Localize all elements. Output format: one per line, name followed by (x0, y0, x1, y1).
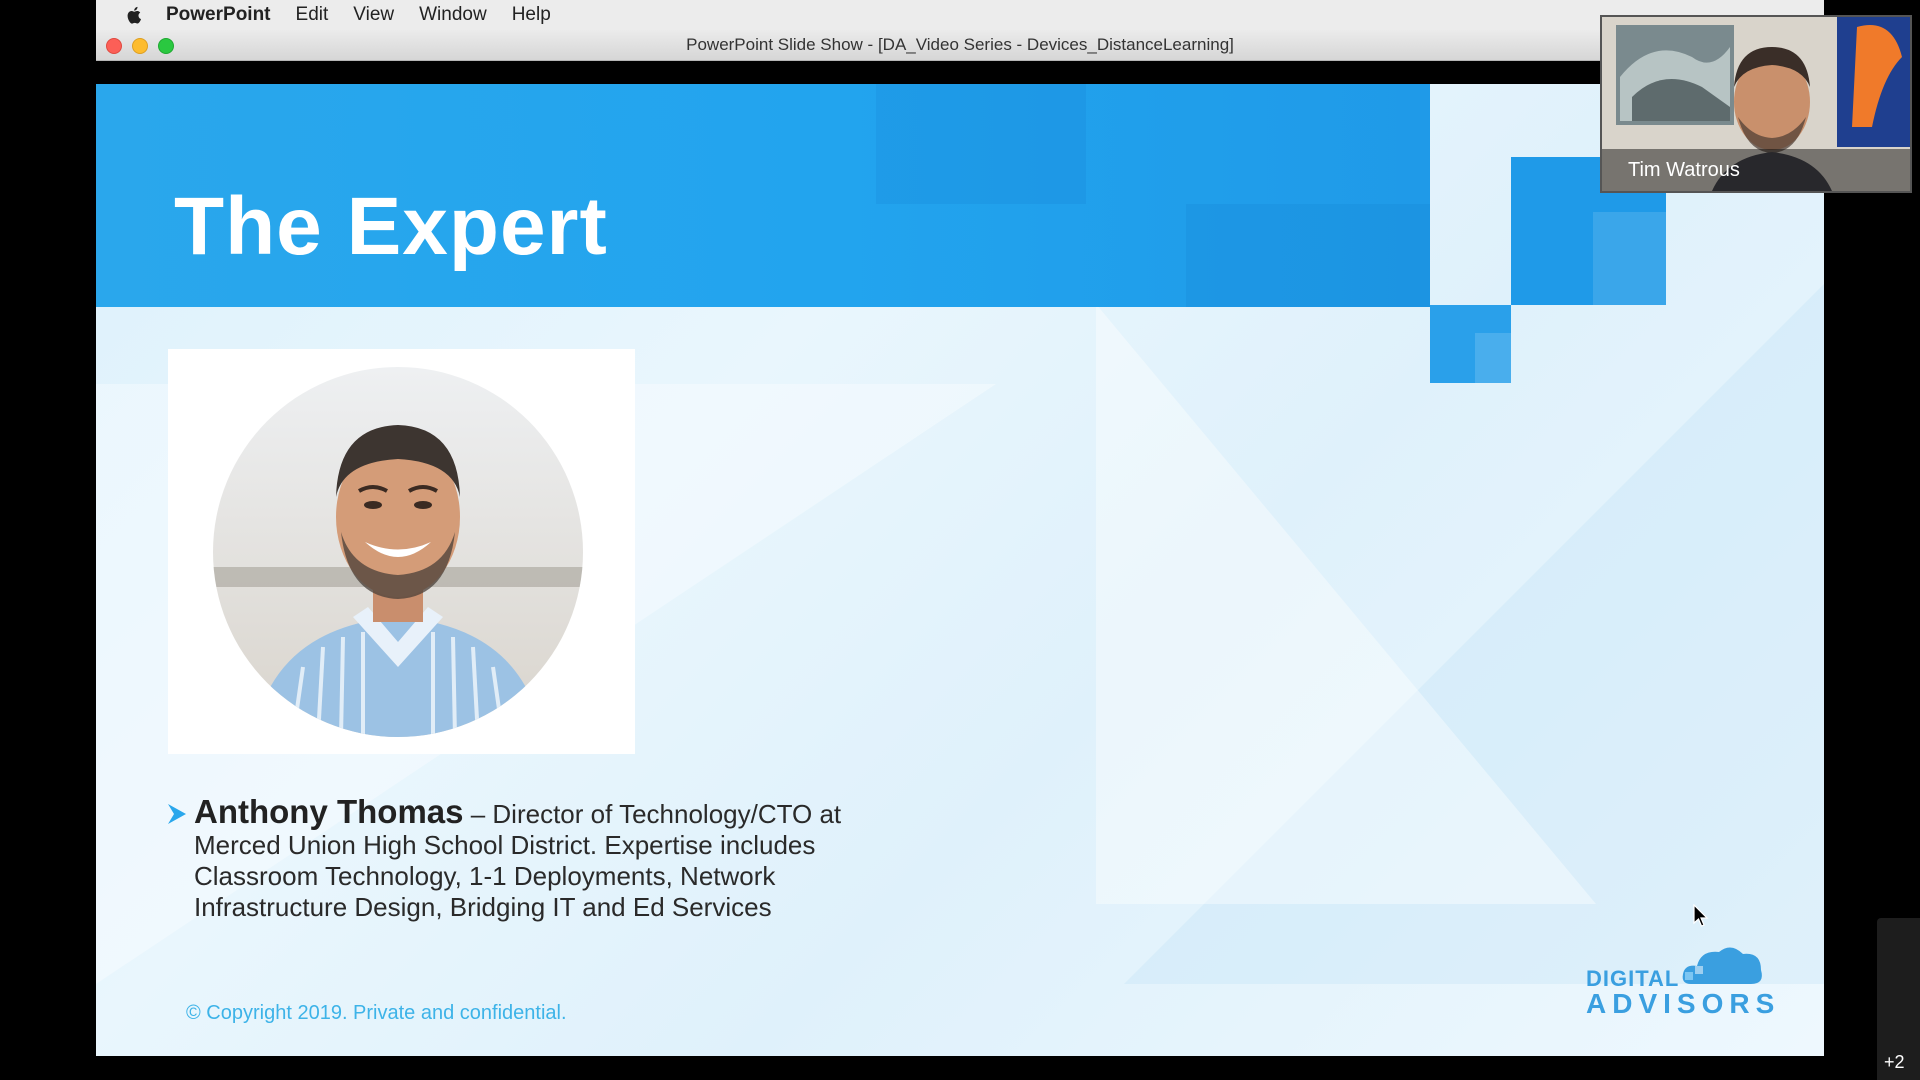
mouse-cursor-icon (1693, 904, 1709, 927)
window-title-bar: PowerPoint Slide Show - [DA_Video Series… (96, 30, 1824, 61)
window-controls (106, 38, 174, 54)
banner-square (1186, 204, 1430, 307)
slide[interactable]: The Expert Anthony Thomas – Director of … (96, 84, 1824, 1056)
participant-video-tile[interactable]: Tim Watrous (1600, 15, 1912, 193)
arrow-bullet-icon (168, 804, 186, 824)
minimize-button[interactable] (132, 38, 148, 54)
digital-advisors-logo: DIGITAL ADVISORS (1586, 942, 1786, 1022)
menu-window[interactable]: Window (419, 4, 487, 26)
menu-bar: PowerPoint Edit View Window Help (96, 0, 1824, 30)
participants-overflow-count[interactable]: +2 (1884, 1052, 1905, 1073)
zoom-button[interactable] (158, 38, 174, 54)
copyright-text: © Copyright 2019. Private and confidenti… (186, 1002, 567, 1024)
decorative-square (1430, 305, 1511, 383)
apple-icon[interactable] (124, 5, 144, 25)
slide-title: The Expert (174, 181, 608, 272)
menu-app-name[interactable]: PowerPoint (166, 4, 271, 26)
menu-view[interactable]: View (353, 4, 394, 26)
menu-help[interactable]: Help (512, 4, 551, 26)
expert-photo-card (168, 349, 635, 754)
window-title: PowerPoint Slide Show - [DA_Video Series… (686, 35, 1234, 54)
background-facet (1096, 304, 1596, 904)
participant-name: Tim Watrous (1602, 149, 1910, 191)
slide-letterbox (96, 61, 1824, 84)
cloud-logo-icon (1682, 947, 1762, 984)
expert-photo (213, 367, 583, 737)
menu-edit[interactable]: Edit (296, 4, 329, 26)
banner-square (876, 84, 1086, 204)
expert-description: Anthony Thomas – Director of Technology/… (194, 793, 886, 923)
expert-name: Anthony Thomas (194, 793, 464, 830)
close-button[interactable] (106, 38, 122, 54)
expert-bullet: Anthony Thomas – Director of Technology/… (166, 793, 886, 923)
logo-line-2: ADVISORS (1586, 988, 1781, 1019)
